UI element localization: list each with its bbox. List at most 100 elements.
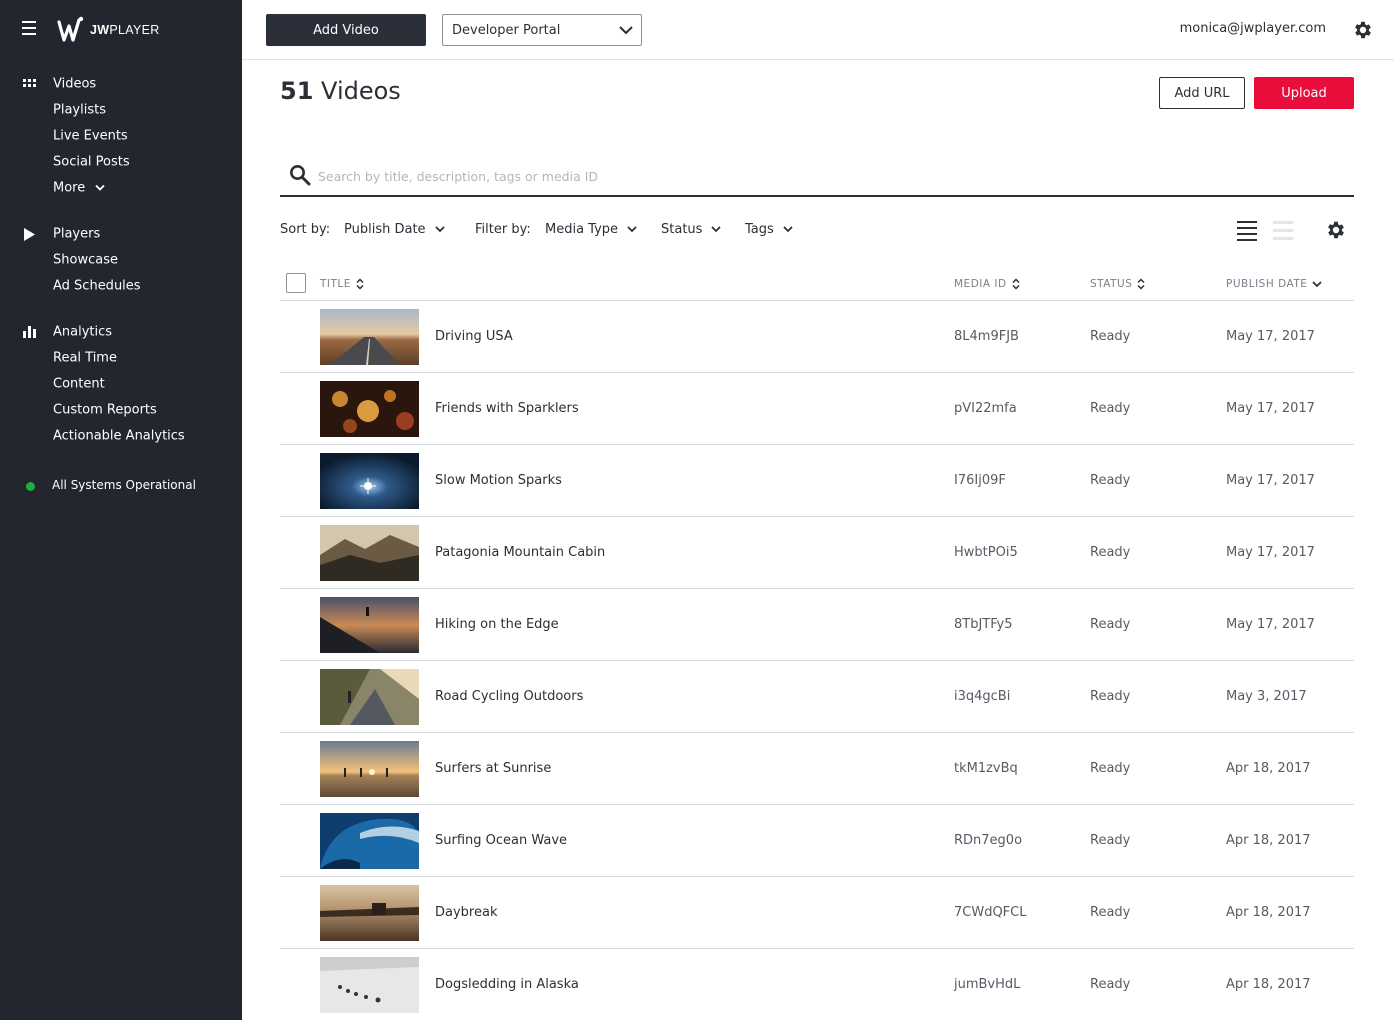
video-status: Ready — [1090, 401, 1131, 416]
video-title[interactable]: Daybreak — [435, 905, 497, 920]
list-view-icon[interactable] — [1236, 219, 1258, 241]
table-row[interactable]: Driving USA 8L4m9FJB Ready May 17, 2017 — [280, 301, 1354, 373]
sidebar-item-videos[interactable]: Videos — [0, 71, 242, 97]
video-title[interactable]: Slow Motion Sparks — [435, 473, 562, 488]
video-status: Ready — [1090, 617, 1131, 632]
select-all-checkbox[interactable] — [286, 273, 306, 293]
jwplayer-logo[interactable]: JWPLAYER — [56, 14, 160, 46]
sort-dropdown[interactable]: Publish Date — [344, 222, 445, 237]
media-id: tkM1zvBq — [954, 761, 1018, 776]
sidebar-item-social-posts[interactable]: Social Posts — [0, 149, 242, 175]
upload-button[interactable]: Upload — [1254, 77, 1354, 109]
sidebar-item-ad-schedules[interactable]: Ad Schedules — [0, 273, 242, 299]
sidebar-item-more[interactable]: More — [0, 175, 242, 201]
table-row[interactable]: Daybreak 7CWdQFCL Ready Apr 18, 2017 — [280, 877, 1354, 949]
sidebar-item-content[interactable]: Content — [0, 371, 242, 397]
sidebar-item-showcase[interactable]: Showcase — [0, 247, 242, 273]
video-thumbnail — [320, 885, 419, 941]
table-row[interactable]: Surfing Ocean Wave RDn7eg0o Ready Apr 18… — [280, 805, 1354, 877]
user-email[interactable]: monica@jwplayer.com — [1180, 21, 1326, 36]
media-id: jumBvHdL — [954, 977, 1021, 992]
filter-tags[interactable]: Tags — [745, 222, 793, 237]
sidebar-item-label: Playlists — [53, 102, 106, 118]
publish-date: May 3, 2017 — [1226, 689, 1307, 704]
video-thumbnail — [320, 957, 419, 1013]
nav-group-videos: Videos Playlists Live Events Social Post… — [0, 71, 242, 201]
search-input[interactable] — [318, 163, 1318, 189]
video-thumbnail — [320, 813, 419, 869]
page-title: 51 Videos — [280, 77, 401, 105]
property-select-value: Developer Portal — [452, 22, 561, 38]
table-row[interactable]: Hiking on the Edge 8TbJTFy5 Ready May 17… — [280, 589, 1354, 661]
chevron-down-icon — [783, 226, 793, 233]
filter-media-type[interactable]: Media Type — [545, 222, 637, 237]
gear-icon[interactable] — [1325, 219, 1347, 241]
video-thumbnail — [320, 525, 419, 581]
video-title[interactable]: Surfing Ocean Wave — [435, 833, 567, 848]
video-title[interactable]: Hiking on the Edge — [435, 617, 559, 632]
filter-label-text: Status — [661, 222, 703, 237]
publish-date: Apr 18, 2017 — [1226, 977, 1311, 992]
table-header: TITLE MEDIA ID STATUS PUBLISH DATE — [280, 267, 1354, 301]
play-icon — [22, 227, 36, 241]
system-status[interactable]: All Systems Operational — [0, 476, 242, 496]
sidebar-item-playlists[interactable]: Playlists — [0, 97, 242, 123]
add-url-button[interactable]: Add URL — [1159, 77, 1245, 109]
video-title[interactable]: Friends with Sparklers — [435, 401, 579, 416]
column-header-status[interactable]: STATUS — [1090, 278, 1145, 290]
publish-date: Apr 18, 2017 — [1226, 833, 1311, 848]
menu-icon[interactable] — [22, 21, 36, 35]
top-bar: Add Video Developer Portal monica@jwplay… — [242, 0, 1394, 60]
sidebar-item-label: Live Events — [53, 128, 128, 144]
publish-date: Apr 18, 2017 — [1226, 905, 1311, 920]
table-row[interactable]: Dogsledding in Alaska jumBvHdL Ready Apr… — [280, 949, 1354, 1020]
media-id: i3q4gcBi — [954, 689, 1011, 704]
sidebar-item-label: Ad Schedules — [53, 278, 141, 294]
search-icon — [289, 164, 311, 186]
table-row[interactable]: Road Cycling Outdoors i3q4gcBi Ready May… — [280, 661, 1354, 733]
video-status: Ready — [1090, 545, 1131, 560]
column-header-label: TITLE — [320, 278, 351, 290]
sort-icon — [1137, 278, 1145, 290]
add-video-button[interactable]: Add Video — [266, 14, 426, 46]
sidebar-item-analytics[interactable]: Analytics — [0, 319, 242, 345]
table-row[interactable]: Patagonia Mountain Cabin HwbtPOi5 Ready … — [280, 517, 1354, 589]
sort-dropdown-value: Publish Date — [344, 222, 426, 237]
table-row[interactable]: Slow Motion Sparks I76Ij09F Ready May 17… — [280, 445, 1354, 517]
sidebar-item-label: Showcase — [53, 252, 118, 268]
sidebar-item-real-time[interactable]: Real Time — [0, 345, 242, 371]
filter-status[interactable]: Status — [661, 222, 722, 237]
sidebar-item-actionable-analytics[interactable]: Actionable Analytics — [0, 423, 242, 449]
column-header-media-id[interactable]: MEDIA ID — [954, 278, 1020, 290]
column-header-title[interactable]: TITLE — [320, 278, 364, 290]
table-row[interactable]: Surfers at Sunrise tkM1zvBq Ready Apr 18… — [280, 733, 1354, 805]
video-title[interactable]: Dogsledding in Alaska — [435, 977, 579, 992]
media-id: pVI22mfa — [954, 401, 1017, 416]
video-title[interactable]: Driving USA — [435, 329, 513, 344]
column-header-label: PUBLISH DATE — [1226, 278, 1308, 290]
video-title[interactable]: Patagonia Mountain Cabin — [435, 545, 605, 560]
sidebar-item-label: More — [53, 180, 86, 196]
sidebar-item-live-events[interactable]: Live Events — [0, 123, 242, 149]
sidebar-item-players[interactable]: Players — [0, 221, 242, 247]
video-status: Ready — [1090, 833, 1131, 848]
table-row[interactable]: Friends with Sparklers pVI22mfa Ready Ma… — [280, 373, 1354, 445]
nav-group-analytics: Analytics Real Time Content Custom Repor… — [0, 319, 242, 449]
sidebar-item-custom-reports[interactable]: Custom Reports — [0, 397, 242, 423]
media-id: HwbtPOi5 — [954, 545, 1018, 560]
video-status: Ready — [1090, 761, 1131, 776]
sidebar-item-label: Players — [53, 226, 101, 242]
media-id: I76Ij09F — [954, 473, 1006, 488]
status-dot-icon — [26, 482, 35, 491]
gear-icon[interactable] — [1352, 19, 1374, 41]
nav-group-players: Players Showcase Ad Schedules — [0, 221, 242, 299]
media-id: 8L4m9FJB — [954, 329, 1019, 344]
compact-view-icon[interactable] — [1272, 219, 1294, 241]
search-bar — [280, 159, 1354, 197]
video-title[interactable]: Road Cycling Outdoors — [435, 689, 583, 704]
grid-icon — [22, 77, 36, 91]
video-title[interactable]: Surfers at Sunrise — [435, 761, 551, 776]
property-select[interactable]: Developer Portal — [442, 14, 642, 46]
column-header-publish-date[interactable]: PUBLISH DATE — [1226, 278, 1323, 290]
video-table-body: Driving USA 8L4m9FJB Ready May 17, 2017 … — [280, 301, 1354, 1020]
